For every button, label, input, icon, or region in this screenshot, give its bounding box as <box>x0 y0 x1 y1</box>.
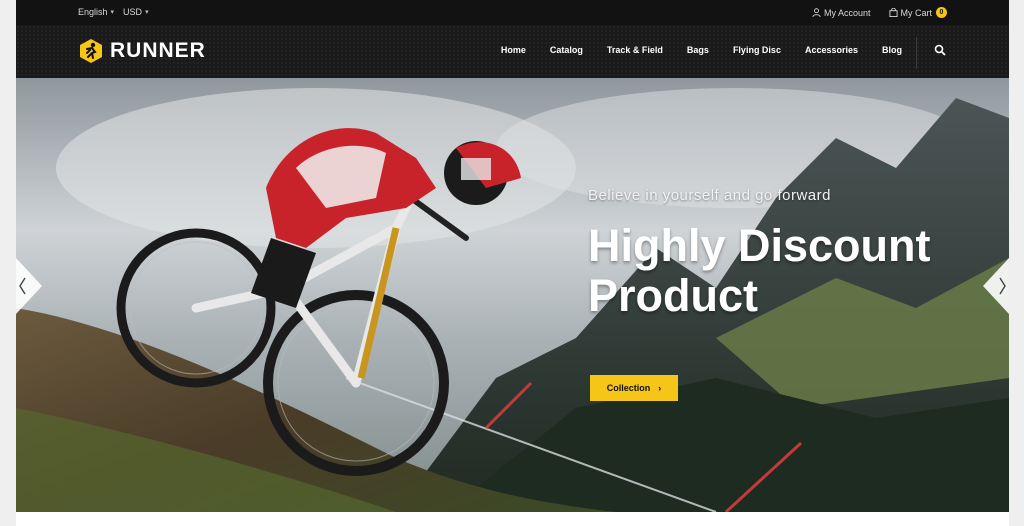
search-icon[interactable] <box>934 44 946 56</box>
runner-logo-icon <box>80 39 102 63</box>
top-bar: English ▾ USD ▾ My Account My Cart 0 <box>16 0 1009 25</box>
my-cart-link[interactable]: My Cart 0 <box>888 7 947 18</box>
cart-count-badge: 0 <box>936 7 947 18</box>
hero-headline: Highly Discount Product <box>588 220 931 321</box>
main-nav: Home Catalog Track & Field Bags Flying D… <box>501 45 902 55</box>
chevron-down-icon: ▾ <box>145 9 149 16</box>
nav-divider <box>916 37 917 69</box>
nav-item-accessories[interactable]: Accessories <box>805 45 858 55</box>
slider-next-button[interactable] <box>983 258 1009 314</box>
language-label: English <box>78 7 108 17</box>
nav-item-flying-disc[interactable]: Flying Disc <box>733 45 781 55</box>
collection-button[interactable]: Collection › <box>590 375 678 401</box>
nav-item-track-field[interactable]: Track & Field <box>607 45 663 55</box>
brand-name: RUNNER <box>110 39 206 62</box>
nav-item-home[interactable]: Home <box>501 45 526 55</box>
nav-item-bags[interactable]: Bags <box>687 45 709 55</box>
currency-selector[interactable]: USD ▾ <box>123 7 149 17</box>
chevron-right-icon: › <box>658 383 662 393</box>
hero-tagline: Believe in yourself and go forward <box>588 187 831 204</box>
nav-item-catalog[interactable]: Catalog <box>550 45 583 55</box>
user-icon <box>812 8 821 17</box>
collection-button-label: Collection <box>606 383 651 393</box>
nav-item-blog[interactable]: Blog <box>882 45 902 55</box>
my-account-link[interactable]: My Account <box>812 8 871 18</box>
bag-icon <box>888 8 898 17</box>
language-selector[interactable]: English ▾ <box>78 7 114 17</box>
logo[interactable]: RUNNER <box>78 38 206 64</box>
my-account-label: My Account <box>823 7 871 18</box>
chevron-down-icon: ▾ <box>110 9 115 16</box>
currency-label: USD <box>123 7 143 17</box>
my-cart-label: My Cart <box>900 7 933 18</box>
main-header: RUNNER Home Catalog Track & Field Bags F… <box>16 25 1009 78</box>
slider-prev-button[interactable] <box>16 258 42 314</box>
hero-slider: Believe in yourself and go forward Highl… <box>16 78 1009 512</box>
page-frame: English ▾ USD ▾ My Account My Cart 0 RUN… <box>16 0 1009 526</box>
